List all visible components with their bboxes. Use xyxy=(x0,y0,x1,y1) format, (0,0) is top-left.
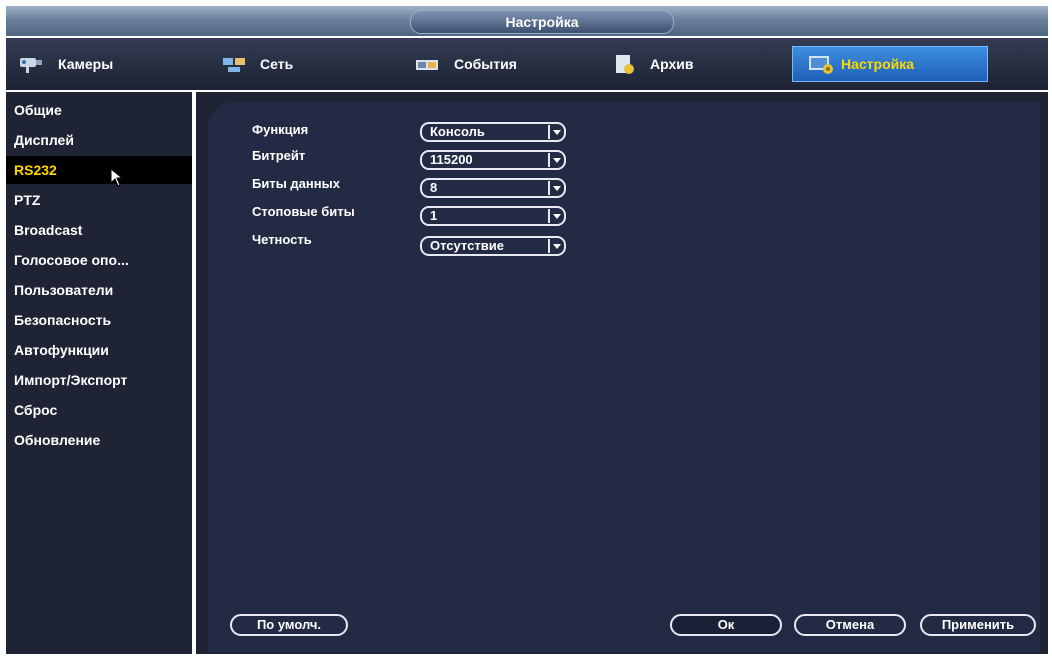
chevron-down-icon xyxy=(548,181,562,195)
apply-button[interactable]: Применить xyxy=(920,614,1036,636)
tab-archive-label: Архив xyxy=(650,56,694,72)
settings-content: Функция Консоль Битрейт 115200 Биты данн… xyxy=(196,92,1048,654)
databits-label: Биты данных xyxy=(252,176,340,191)
cancel-button[interactable]: Отмена xyxy=(794,614,906,636)
sidebar-item-ptz[interactable]: PTZ xyxy=(6,186,192,214)
ok-button[interactable]: Ок xyxy=(670,614,782,636)
tab-cameras[interactable]: Камеры xyxy=(18,46,188,82)
sidebar-item-voice[interactable]: Голосовое опо... xyxy=(6,246,192,274)
sidebar-item-display[interactable]: Дисплей xyxy=(6,126,192,154)
rs232-panel: Функция Консоль Битрейт 115200 Биты данн… xyxy=(208,102,1040,652)
network-icon xyxy=(220,52,250,76)
sidebar-item-update[interactable]: Обновление xyxy=(6,426,192,454)
settings-icon xyxy=(807,52,837,76)
stopbits-value: 1 xyxy=(430,208,438,223)
sidebar-item-general[interactable]: Общие xyxy=(6,96,192,124)
events-icon xyxy=(414,52,444,76)
chevron-down-icon xyxy=(548,239,562,253)
baud-value: 115200 xyxy=(430,152,473,167)
sidebar-item-security[interactable]: Безопасность xyxy=(6,306,192,334)
sidebar-item-reset[interactable]: Сброс xyxy=(6,396,192,424)
parity-select[interactable]: Отсутствие xyxy=(420,236,566,256)
archive-icon xyxy=(610,52,640,76)
tab-events[interactable]: События xyxy=(414,46,584,82)
tab-settings[interactable]: Настройка xyxy=(792,46,988,82)
tab-events-label: События xyxy=(454,56,517,72)
main-tab-bar: Камеры Сеть События Архив Настройка xyxy=(6,38,1048,90)
tab-network-label: Сеть xyxy=(260,56,294,72)
chevron-down-icon xyxy=(548,125,562,139)
app-window: Настройка Камеры Сеть События Архив Наст… xyxy=(0,0,1052,660)
settings-sidebar: Общие Дисплей RS232 PTZ Broadcast Голосо… xyxy=(6,92,192,654)
sidebar-item-rs232[interactable]: RS232 xyxy=(6,156,192,184)
function-select[interactable]: Консоль xyxy=(420,122,566,142)
default-button[interactable]: По умолч. xyxy=(230,614,348,636)
baud-label: Битрейт xyxy=(252,148,306,163)
camera-icon xyxy=(18,52,48,76)
databits-value: 8 xyxy=(430,180,438,195)
baud-select[interactable]: 115200 xyxy=(420,150,566,170)
tab-network[interactable]: Сеть xyxy=(220,46,380,82)
chevron-down-icon xyxy=(548,209,562,223)
function-label: Функция xyxy=(252,122,309,137)
stopbits-label: Стоповые биты xyxy=(252,204,355,219)
chevron-down-icon xyxy=(548,153,562,167)
tab-archive[interactable]: Архив xyxy=(610,46,780,82)
window-title: Настройка xyxy=(410,10,674,34)
sidebar-item-autofunctions[interactable]: Автофункции xyxy=(6,336,192,364)
sidebar-item-broadcast[interactable]: Broadcast xyxy=(6,216,192,244)
title-bar: Настройка xyxy=(6,6,1048,36)
parity-label: Четность xyxy=(252,232,312,247)
function-value: Консоль xyxy=(430,124,485,139)
sidebar-item-users[interactable]: Пользователи xyxy=(6,276,192,304)
stopbits-select[interactable]: 1 xyxy=(420,206,566,226)
tab-settings-label: Настройка xyxy=(841,56,915,72)
parity-value: Отсутствие xyxy=(430,238,504,253)
sidebar-item-import-export[interactable]: Импорт/Экспорт xyxy=(6,366,192,394)
databits-select[interactable]: 8 xyxy=(420,178,566,198)
tab-cameras-label: Камеры xyxy=(58,56,114,72)
